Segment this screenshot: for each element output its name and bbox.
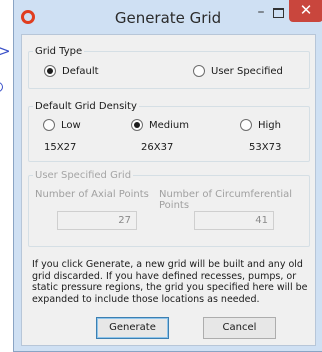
radio-label: Low	[61, 119, 81, 131]
density-medium-size: 26X37	[141, 142, 174, 153]
density-low-radio[interactable]: Low	[43, 119, 81, 131]
info-text: If you click Generate, a new grid will b…	[32, 259, 308, 305]
user-grid-legend: User Specified Grid	[35, 170, 132, 181]
minimize-button[interactable]: –	[251, 2, 271, 22]
radio-unselected-icon	[43, 119, 55, 131]
cancel-button[interactable]: Cancel	[203, 317, 276, 339]
annotation-curve-mark	[0, 82, 3, 92]
radio-unselected-icon	[193, 65, 205, 77]
radio-selected-icon	[131, 119, 143, 131]
dialog-content: Grid Type Default User Specified Default…	[21, 34, 316, 346]
title-bar[interactable]: Generate Grid – ✕	[14, 0, 322, 34]
grid-density-legend: Default Grid Density	[35, 101, 137, 112]
axial-points-label: Number of Axial Points	[35, 189, 149, 200]
grid-type-legend: Grid Type	[35, 46, 83, 57]
close-button[interactable]: ✕	[289, 0, 322, 22]
radio-unselected-icon	[240, 119, 252, 131]
radio-label: User Specified	[211, 65, 283, 77]
generate-grid-dialog: Generate Grid – ✕ Grid Type Default User…	[13, 0, 322, 352]
maximize-button[interactable]	[273, 8, 284, 18]
density-high-radio[interactable]: High	[240, 119, 281, 131]
axial-points-input[interactable]: 27	[57, 211, 137, 230]
circumferential-points-input[interactable]: 41	[194, 211, 274, 230]
radio-label: Default	[62, 65, 99, 77]
grid-density-group: Default Grid Density Low Medium High 15X…	[28, 101, 310, 162]
circumferential-points-label: Number of Circumferential Points	[159, 189, 293, 211]
grid-type-group: Grid Type Default User Specified	[28, 46, 310, 89]
annotation-arrow-mark: >	[0, 42, 11, 60]
density-high-size: 53X73	[249, 142, 282, 153]
generate-button[interactable]: Generate	[96, 317, 169, 339]
grid-type-default-radio[interactable]: Default	[44, 65, 99, 77]
grid-type-user-specified-radio[interactable]: User Specified	[193, 65, 283, 77]
radio-label: High	[258, 119, 281, 131]
radio-label: Medium	[149, 119, 189, 131]
density-low-size: 15X27	[44, 142, 77, 153]
radio-selected-icon	[44, 65, 56, 77]
density-medium-radio[interactable]: Medium	[131, 119, 189, 131]
user-specified-grid-group: User Specified Grid Number of Axial Poin…	[28, 170, 310, 247]
